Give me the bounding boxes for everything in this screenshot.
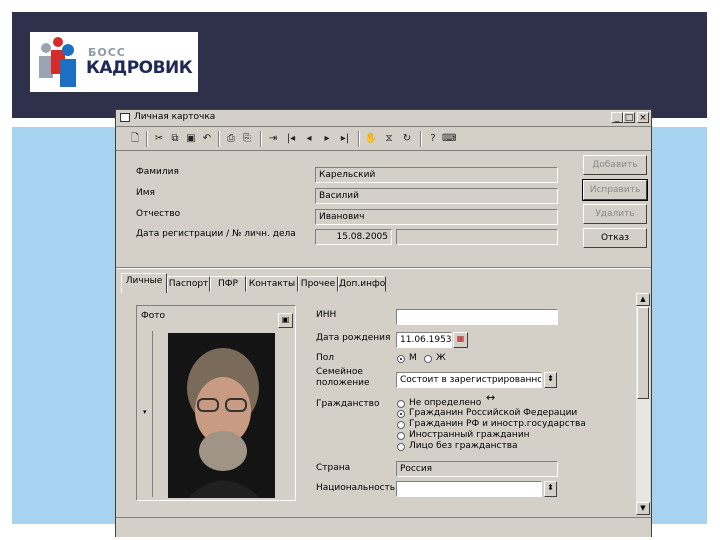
title-bar: Личная карточка _ □ ×	[116, 110, 651, 127]
name-field[interactable]: Василий	[315, 188, 558, 204]
edit-button[interactable]: Исправить	[582, 179, 648, 201]
toolbar-separator	[420, 131, 422, 147]
marital-status-label: Семейное положение	[316, 367, 370, 388]
divider	[116, 267, 651, 269]
toolbar-separator	[146, 131, 148, 147]
photo-menu-button[interactable]: ▣	[278, 313, 293, 328]
nationality-field[interactable]	[396, 481, 542, 497]
surname-label: Фамилия	[136, 167, 179, 177]
preview-icon[interactable]: ⎘	[240, 131, 254, 146]
hand-icon[interactable]: ✋	[364, 131, 378, 146]
photo-arrow-icon[interactable]: ▾	[143, 408, 147, 416]
citizenship-stateless-radio[interactable]	[397, 443, 405, 451]
first-record-icon[interactable]: |◂	[284, 131, 298, 146]
tooltip-icon[interactable]: ⌨	[442, 131, 456, 146]
portrait-image	[168, 333, 275, 498]
refresh-icon[interactable]: ↻	[400, 131, 414, 146]
nationality-dropdown-button[interactable]: ⬍	[544, 481, 557, 497]
toolbar-separator	[260, 131, 262, 147]
citizenship-undefined-radio[interactable]	[397, 400, 405, 408]
marital-dropdown-button[interactable]: ⬍	[544, 372, 557, 388]
citizenship-rf-radio[interactable]	[397, 410, 405, 418]
scroll-thumb[interactable]	[637, 307, 649, 399]
tab-pfr[interactable]: ПФР	[210, 276, 246, 292]
copy-icon[interactable]: ⧉	[168, 131, 182, 146]
prev-record-icon[interactable]: ◂	[302, 131, 316, 146]
personal-card-window: Личная карточка _ □ × 🗋 ✂ ⧉ ▣ ↶ ⎙ ⎘ ⇥ |◂…	[115, 109, 652, 537]
window-title: Личная карточка	[134, 112, 216, 122]
sex-m-label: М	[409, 353, 417, 363]
status-area	[116, 517, 651, 537]
vertical-scrollbar[interactable]: ▲ ▼	[636, 293, 650, 515]
logo: БОСС КАДРОВИК	[30, 32, 198, 92]
add-button[interactable]: Добавить	[583, 155, 647, 175]
name-label: Имя	[136, 188, 155, 198]
patronymic-label: Отчество	[136, 209, 181, 219]
country-field[interactable]: Россия	[396, 461, 558, 477]
tab-passport[interactable]: Паспорт	[167, 276, 210, 292]
window-icon	[120, 113, 130, 122]
citizenship-option-label: Гражданин Российской Федерации	[409, 408, 578, 418]
new-doc-icon[interactable]: 🗋	[128, 131, 142, 146]
inn-label: ИНН	[316, 310, 337, 320]
citizenship-dual-radio[interactable]	[397, 421, 405, 429]
toolbar: 🗋 ✂ ⧉ ▣ ↶ ⎙ ⎘ ⇥ |◂ ◂ ▸ ▸| ✋ ⧖ ↻ ? ⌨	[116, 128, 651, 151]
cut-icon[interactable]: ✂	[152, 131, 166, 146]
citizenship-option-label: Лицо без гражданства	[409, 441, 518, 451]
toolbar-separator	[218, 131, 220, 147]
toolbar-separator	[358, 131, 360, 147]
scroll-up-icon[interactable]: ▲	[636, 293, 650, 306]
minimize-button[interactable]: _	[611, 112, 623, 123]
cancel-button[interactable]: Отказ	[583, 228, 647, 248]
people-logo-icon	[39, 37, 76, 87]
print-icon[interactable]: ⎙	[224, 131, 238, 146]
photo-label: Фото	[141, 311, 166, 321]
close-button[interactable]: ×	[637, 112, 649, 123]
surname-field[interactable]: Карельский	[315, 167, 558, 183]
citizenship-label: Гражданство	[316, 399, 380, 409]
filter-icon[interactable]: ⧖	[382, 131, 396, 146]
tab-extra-info[interactable]: Доп.инфо	[338, 276, 386, 292]
last-record-icon[interactable]: ▸|	[338, 131, 352, 146]
file-number-field[interactable]	[396, 229, 558, 245]
undo-icon[interactable]: ↶	[200, 131, 214, 146]
sex-f-radio[interactable]	[424, 355, 432, 363]
sex-m-radio[interactable]	[397, 355, 405, 363]
regdate-label: Дата регистрации / № личн. дела	[136, 229, 296, 239]
next-record-icon[interactable]: ▸	[320, 131, 334, 146]
regdate-field[interactable]: 15.08.2005	[315, 229, 392, 245]
sex-label: Пол	[316, 353, 335, 363]
patronymic-field[interactable]: Иванович	[315, 209, 558, 225]
logo-title: КАДРОВИК	[86, 58, 193, 78]
resize-cursor-icon: ↔	[486, 391, 496, 404]
save-icon[interactable]: ▣	[184, 131, 198, 146]
tab-other[interactable]: Прочее	[298, 276, 338, 292]
citizenship-option-label: Гражданин РФ и иностр.государства	[409, 419, 586, 429]
nationality-label: Национальность	[316, 483, 396, 493]
birth-date-field[interactable]: 11.06.1953	[396, 332, 452, 348]
scroll-down-icon[interactable]: ▼	[636, 502, 650, 515]
tab-contacts[interactable]: Контакты	[246, 276, 298, 292]
sex-f-label: Ж	[436, 353, 446, 363]
import-icon[interactable]: ⇥	[266, 131, 280, 146]
country-label: Страна	[316, 463, 351, 473]
birth-date-label: Дата рождения	[316, 333, 391, 343]
inn-field[interactable]	[396, 309, 558, 325]
citizenship-foreign-radio[interactable]	[397, 432, 405, 440]
maximize-button[interactable]: □	[623, 112, 635, 123]
tab-personal[interactable]: Личные	[121, 273, 167, 293]
help-icon[interactable]: ?	[426, 131, 440, 146]
citizenship-option-label: Не определено	[409, 398, 482, 408]
delete-button[interactable]: Удалить	[583, 204, 647, 224]
citizenship-option-label: Иностранный гражданин	[409, 430, 530, 440]
marital-status-field[interactable]: Состоит в зарегистрированном б	[396, 372, 542, 388]
calendar-icon[interactable]: ▦	[453, 332, 468, 348]
employee-photo	[168, 333, 275, 498]
